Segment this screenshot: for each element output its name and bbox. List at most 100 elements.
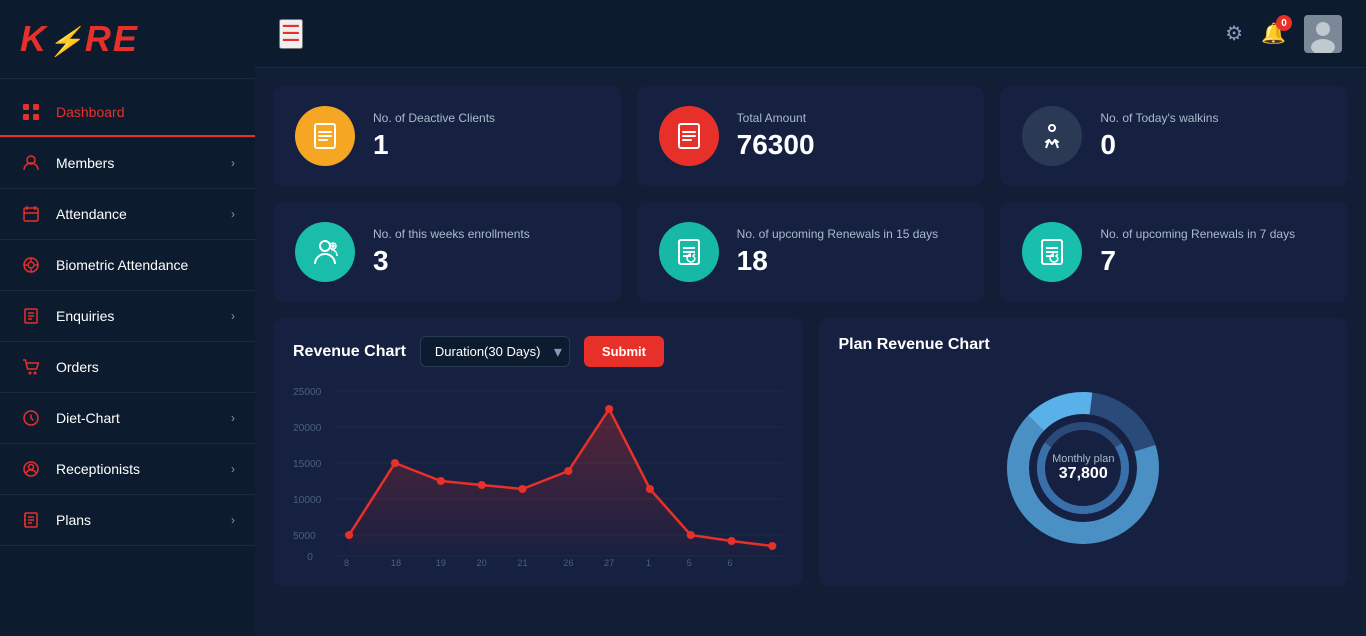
stat-card-todays-walkins: No. of Today's walkins 0 (1000, 86, 1348, 186)
stat-info-renewals-15: No. of upcoming Renewals in 15 days 18 (737, 227, 938, 277)
duration-select[interactable]: Duration(30 Days) (420, 336, 570, 367)
svg-text:20: 20 (477, 558, 487, 566)
user-avatar-icon (1304, 15, 1342, 53)
stats-row-1: No. of Deactive Clients 1 Total Amount 7… (273, 86, 1348, 302)
nav-label-attendance: Attendance (56, 206, 231, 222)
nav-icon-enquiries (20, 305, 42, 327)
plan-name: Monthly plan (1052, 453, 1114, 465)
nav-arrow-members: › (231, 156, 235, 170)
stat-icon-renewals-7 (1022, 222, 1082, 282)
stat-value-todays-walkins: 0 (1100, 129, 1218, 161)
sidebar-item-diet-chart[interactable]: Diet-Chart › (0, 393, 255, 444)
nav-label-receptionists: Receptionists (56, 461, 231, 477)
plan-revenue-chart-card: Plan Revenue Chart (819, 318, 1349, 586)
submit-button[interactable]: Submit (584, 336, 664, 367)
stat-label-week-enrollments: No. of this weeks enrollments (373, 227, 530, 241)
stat-label-renewals-7: No. of upcoming Renewals in 7 days (1100, 227, 1295, 241)
nav-label-orders: Orders (56, 359, 235, 375)
sidebar-item-attendance[interactable]: Attendance › (0, 189, 255, 240)
svg-text:5000: 5000 (293, 531, 316, 542)
nav-label-members: Members (56, 155, 231, 171)
logo: K⚡RE (0, 0, 255, 79)
nav-label-plans: Plans (56, 512, 231, 528)
donut-chart-wrap: Monthly plan 37,800 (839, 368, 1329, 568)
revenue-chart-area: 25000 20000 15000 10000 5000 0 (293, 381, 783, 566)
stat-card-week-enrollments: No. of this weeks enrollments 3 (273, 202, 621, 302)
svg-text:20000: 20000 (293, 423, 322, 434)
nav-icon-orders (20, 356, 42, 378)
nav-label-diet-chart: Diet-Chart (56, 410, 231, 426)
donut-center-text: Monthly plan 37,800 (1052, 453, 1114, 483)
plan-chart-header: Plan Revenue Chart (839, 336, 1329, 354)
nav-label-biometric: Biometric Attendance (56, 257, 235, 273)
chart-header: Revenue Chart Duration(30 Days) Submit (293, 336, 783, 367)
stat-value-week-enrollments: 3 (373, 245, 530, 277)
hamburger-button[interactable]: ☰ (279, 19, 303, 49)
revenue-chart-svg: 25000 20000 15000 10000 5000 0 (293, 381, 783, 566)
stat-icon-total-amount (659, 106, 719, 166)
stat-icon-deactive-clients (295, 106, 355, 166)
sidebar: K⚡RE Dashboard Members › Attendance › Bi… (0, 0, 255, 636)
nav-icon-members (20, 152, 42, 174)
stat-label-renewals-15: No. of upcoming Renewals in 15 days (737, 227, 938, 241)
sidebar-nav: Dashboard Members › Attendance › Biometr… (0, 79, 255, 636)
stat-value-deactive-clients: 1 (373, 129, 495, 161)
svg-text:19: 19 (436, 558, 446, 566)
revenue-chart-card: Revenue Chart Duration(30 Days) Submit (273, 318, 803, 586)
stat-icon-renewals-15 (659, 222, 719, 282)
stat-icon-week-enrollments (295, 222, 355, 282)
stat-card-total-amount: Total Amount 76300 (637, 86, 985, 186)
nav-arrow-receptionists: › (231, 462, 235, 476)
stat-card-renewals-7: No. of upcoming Renewals in 7 days 7 (1000, 202, 1348, 302)
duration-select-wrap: Duration(30 Days) (420, 336, 570, 367)
stat-card-renewals-15: No. of upcoming Renewals in 15 days 18 (637, 202, 985, 302)
svg-text:18: 18 (391, 558, 401, 566)
stat-value-renewals-15: 18 (737, 245, 938, 277)
avatar[interactable] (1304, 15, 1342, 53)
nav-arrow-diet-chart: › (231, 411, 235, 425)
sidebar-item-members[interactable]: Members › (0, 138, 255, 189)
svg-text:25000: 25000 (293, 387, 322, 398)
nav-icon-biometric (20, 254, 42, 276)
svg-text:26: 26 (563, 558, 573, 566)
stat-info-week-enrollments: No. of this weeks enrollments 3 (373, 227, 530, 277)
nav-label-enquiries: Enquiries (56, 308, 231, 324)
notifications-button[interactable]: 🔔 0 (1261, 21, 1286, 46)
nav-icon-plans (20, 509, 42, 531)
nav-arrow-enquiries: › (231, 309, 235, 323)
settings-button[interactable]: ⚙ (1225, 21, 1243, 46)
stat-label-todays-walkins: No. of Today's walkins (1100, 111, 1218, 125)
nav-label-dashboard: Dashboard (56, 104, 235, 120)
stat-card-deactive-clients: No. of Deactive Clients 1 (273, 86, 621, 186)
stat-icon-todays-walkins (1022, 106, 1082, 166)
stat-value-renewals-7: 7 (1100, 245, 1295, 277)
plan-value: 37,800 (1052, 465, 1114, 483)
svg-text:0: 0 (307, 552, 313, 563)
revenue-chart-title: Revenue Chart (293, 343, 406, 361)
sidebar-item-orders[interactable]: Orders (0, 342, 255, 393)
dashboard-content: No. of Deactive Clients 1 Total Amount 7… (255, 68, 1366, 636)
svg-text:10000: 10000 (293, 495, 322, 506)
svg-text:5: 5 (687, 558, 692, 566)
plan-chart-title: Plan Revenue Chart (839, 336, 990, 354)
stat-info-deactive-clients: No. of Deactive Clients 1 (373, 111, 495, 161)
svg-text:21: 21 (517, 558, 527, 566)
stat-info-total-amount: Total Amount 76300 (737, 111, 815, 161)
svg-text:8: 8 (344, 558, 349, 566)
svg-text:27: 27 (604, 558, 614, 566)
sidebar-item-biometric[interactable]: Biometric Attendance (0, 240, 255, 291)
nav-arrow-attendance: › (231, 207, 235, 221)
svg-text:1: 1 (646, 558, 651, 566)
sidebar-item-plans[interactable]: Plans › (0, 495, 255, 546)
stat-label-deactive-clients: No. of Deactive Clients (373, 111, 495, 125)
main-area: ☰ ⚙ 🔔 0 No. of Deactive (255, 0, 1366, 636)
stat-label-total-amount: Total Amount (737, 111, 815, 125)
nav-arrow-plans: › (231, 513, 235, 527)
sidebar-item-enquiries[interactable]: Enquiries › (0, 291, 255, 342)
sidebar-item-receptionists[interactable]: Receptionists › (0, 444, 255, 495)
nav-icon-dashboard (20, 101, 42, 123)
sidebar-item-dashboard[interactable]: Dashboard (0, 87, 255, 138)
nav-icon-receptionists (20, 458, 42, 480)
brand-name: K⚡RE (20, 18, 139, 60)
stat-info-todays-walkins: No. of Today's walkins 0 (1100, 111, 1218, 161)
